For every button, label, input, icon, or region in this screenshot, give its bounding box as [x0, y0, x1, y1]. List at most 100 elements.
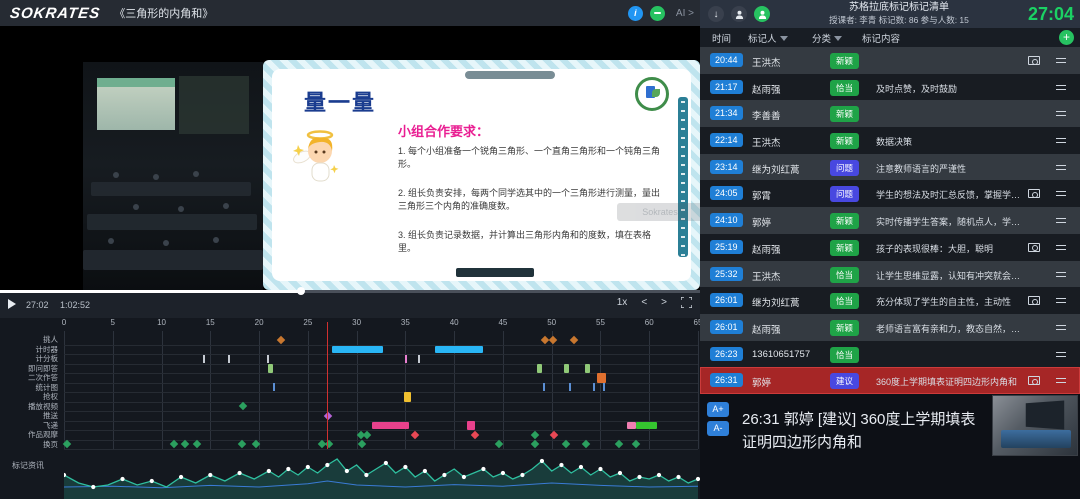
- spark-data-point: [657, 473, 661, 477]
- spark-data-point: [364, 473, 368, 477]
- snapshot-icon[interactable]: [1028, 376, 1040, 385]
- spark-data-point: [345, 469, 349, 473]
- table-row[interactable]: 26:01赵雨强新颖老师语言富有亲和力，教态自然，端庄: [700, 314, 1080, 341]
- timeline-marker[interactable]: [636, 422, 657, 429]
- row-menu-icon[interactable]: [1056, 378, 1066, 383]
- speed-button[interactable]: 1x: [617, 297, 628, 308]
- detail-thumbnail[interactable]: [992, 395, 1078, 456]
- snapshot-icon[interactable]: [1028, 56, 1040, 65]
- table-row[interactable]: 25:32王洪杰恰当让学生思维显露，认知有冲突就会有精彩的生成: [700, 261, 1080, 288]
- table-row[interactable]: 26:01继为刘红蒿恰当充分体现了学生的自主性，主动性: [700, 287, 1080, 314]
- row-menu-icon[interactable]: [1056, 111, 1066, 116]
- info-icon[interactable]: i: [628, 6, 643, 21]
- mark-content: 学生的想法及时汇总反馈，掌握学习初始状态。: [876, 188, 1026, 201]
- add-mark-button[interactable]: +: [1059, 30, 1074, 45]
- ai-menu[interactable]: AI >: [676, 8, 694, 19]
- timeline-marker[interactable]: [404, 392, 411, 402]
- timeline-marker[interactable]: [273, 383, 275, 391]
- slide-bullet-item: 1. 每个小组准备一个锐角三角形、一个直角三角形和一个钝角三角形。: [398, 145, 666, 171]
- timeline-marker[interactable]: [569, 383, 571, 391]
- row-menu-icon[interactable]: [1056, 352, 1066, 357]
- video-area[interactable]: 量一量 小组合作要求： 1. 每个小组准备一个锐角三角形、一个直角三角形和一个钝…: [0, 26, 700, 290]
- timeline-marker[interactable]: [411, 431, 419, 439]
- row-menu-icon[interactable]: [1056, 272, 1066, 277]
- font-decrease-button[interactable]: A-: [707, 421, 729, 436]
- timeline-marker[interactable]: [228, 355, 230, 363]
- school-logo: [635, 77, 669, 111]
- progress-fill: [0, 290, 301, 293]
- row-menu-icon[interactable]: [1056, 191, 1066, 196]
- row-menu-icon[interactable]: [1056, 58, 1066, 63]
- timeline-marker[interactable]: [239, 402, 247, 410]
- prev-button[interactable]: <: [641, 297, 647, 308]
- timeline-marker[interactable]: [537, 364, 542, 373]
- message-icon[interactable]: [650, 6, 665, 21]
- spark-data-point: [579, 465, 583, 469]
- table-row[interactable]: 26:2313610651757恰当: [700, 341, 1080, 368]
- table-row[interactable]: 24:10郭婷新颖实时传播学生答案，随机点人，学生参与度非常高。: [700, 207, 1080, 234]
- timeline-marker[interactable]: [372, 422, 409, 429]
- progress-handle[interactable]: [297, 287, 305, 295]
- filter-icon[interactable]: [834, 36, 842, 41]
- timeline-marker[interactable]: [549, 431, 557, 439]
- table-row[interactable]: 23:14继为刘红蒿问题注意教师语言的严谨性: [700, 154, 1080, 181]
- table-row[interactable]: 22:14王洪杰新颖数据决策: [700, 127, 1080, 154]
- timeline-marker[interactable]: [267, 355, 269, 363]
- row-menu-icon[interactable]: [1056, 138, 1066, 143]
- timeline-marker[interactable]: [418, 355, 420, 363]
- timeline-marker[interactable]: [570, 336, 578, 344]
- timeline-marker[interactable]: [531, 431, 539, 439]
- timeline-marker[interactable]: [543, 383, 545, 391]
- timeline-marker[interactable]: [435, 346, 484, 353]
- timeline-marker[interactable]: [627, 422, 636, 429]
- user-icon[interactable]: [731, 6, 747, 22]
- row-menu-icon[interactable]: [1056, 218, 1066, 223]
- timeline-marker[interactable]: [470, 431, 478, 439]
- presenter-icon[interactable]: [754, 6, 770, 22]
- slide-content: 量一量 小组合作要求： 1. 每个小组准备一个锐角三角形、一个直角三角形和一个钝…: [272, 69, 691, 281]
- time-badge: 20:44: [710, 53, 743, 67]
- progress-bar[interactable]: [0, 290, 700, 293]
- table-row[interactable]: 25:19赵雨强新颖孩子的表现很棒：大胆，聪明: [700, 234, 1080, 261]
- spark-data-point: [462, 475, 466, 479]
- timeline-marker[interactable]: [363, 431, 371, 439]
- fullscreen-icon[interactable]: [681, 297, 692, 308]
- category-tag: 问题: [830, 186, 859, 202]
- snapshot-icon[interactable]: [1028, 243, 1040, 252]
- table-row[interactable]: 24:05郭霄问题学生的想法及时汇总反馈，掌握学习初始状态。: [700, 180, 1080, 207]
- timeline-row-label-抢权: 抢权: [0, 392, 58, 402]
- axis-tick-label: 45: [498, 318, 507, 327]
- snapshot-icon[interactable]: [1028, 296, 1040, 305]
- timeline-marker[interactable]: [203, 355, 205, 363]
- next-button[interactable]: >: [661, 297, 667, 308]
- timeline-marker[interactable]: [597, 373, 606, 383]
- filter-icon[interactable]: [780, 36, 788, 41]
- row-menu-icon[interactable]: [1056, 298, 1066, 303]
- table-row[interactable]: 26:31郭婷建议360度上学期填表证明四边形内角和: [700, 367, 1080, 394]
- table-row[interactable]: 20:44王洪杰新颖: [700, 47, 1080, 74]
- timeline-marker[interactable]: [268, 364, 273, 373]
- download-icon[interactable]: ↓: [708, 6, 724, 22]
- row-menu-icon[interactable]: [1056, 165, 1066, 170]
- play-button[interactable]: [8, 299, 16, 309]
- timeline-marker[interactable]: [548, 336, 556, 344]
- timeline-marker[interactable]: [564, 364, 569, 373]
- row-menu-icon[interactable]: [1056, 325, 1066, 330]
- timeline-marker[interactable]: [593, 383, 595, 391]
- player-bar: 27:02 1:02:52 1x < >: [0, 290, 700, 318]
- timeline-marker[interactable]: [467, 421, 475, 430]
- mark-content: 数据决策: [876, 135, 1026, 148]
- spark-data-point: [442, 473, 446, 477]
- row-menu-icon[interactable]: [1056, 245, 1066, 250]
- timeline-marker[interactable]: [332, 346, 383, 353]
- snapshot-icon[interactable]: [1028, 189, 1040, 198]
- table-row[interactable]: 21:17赵雨强恰当及时点赞，及时鼓励: [700, 74, 1080, 101]
- timeline-marker[interactable]: [276, 336, 284, 344]
- timeline-marker[interactable]: [405, 355, 407, 363]
- timeline-row-label-推送: 推送: [0, 411, 58, 421]
- font-increase-button[interactable]: A+: [707, 402, 729, 417]
- timeline-marker[interactable]: [603, 383, 605, 391]
- timeline-marker[interactable]: [585, 364, 590, 373]
- row-menu-icon[interactable]: [1056, 85, 1066, 90]
- table-row[interactable]: 21:34李善善新颖: [700, 100, 1080, 127]
